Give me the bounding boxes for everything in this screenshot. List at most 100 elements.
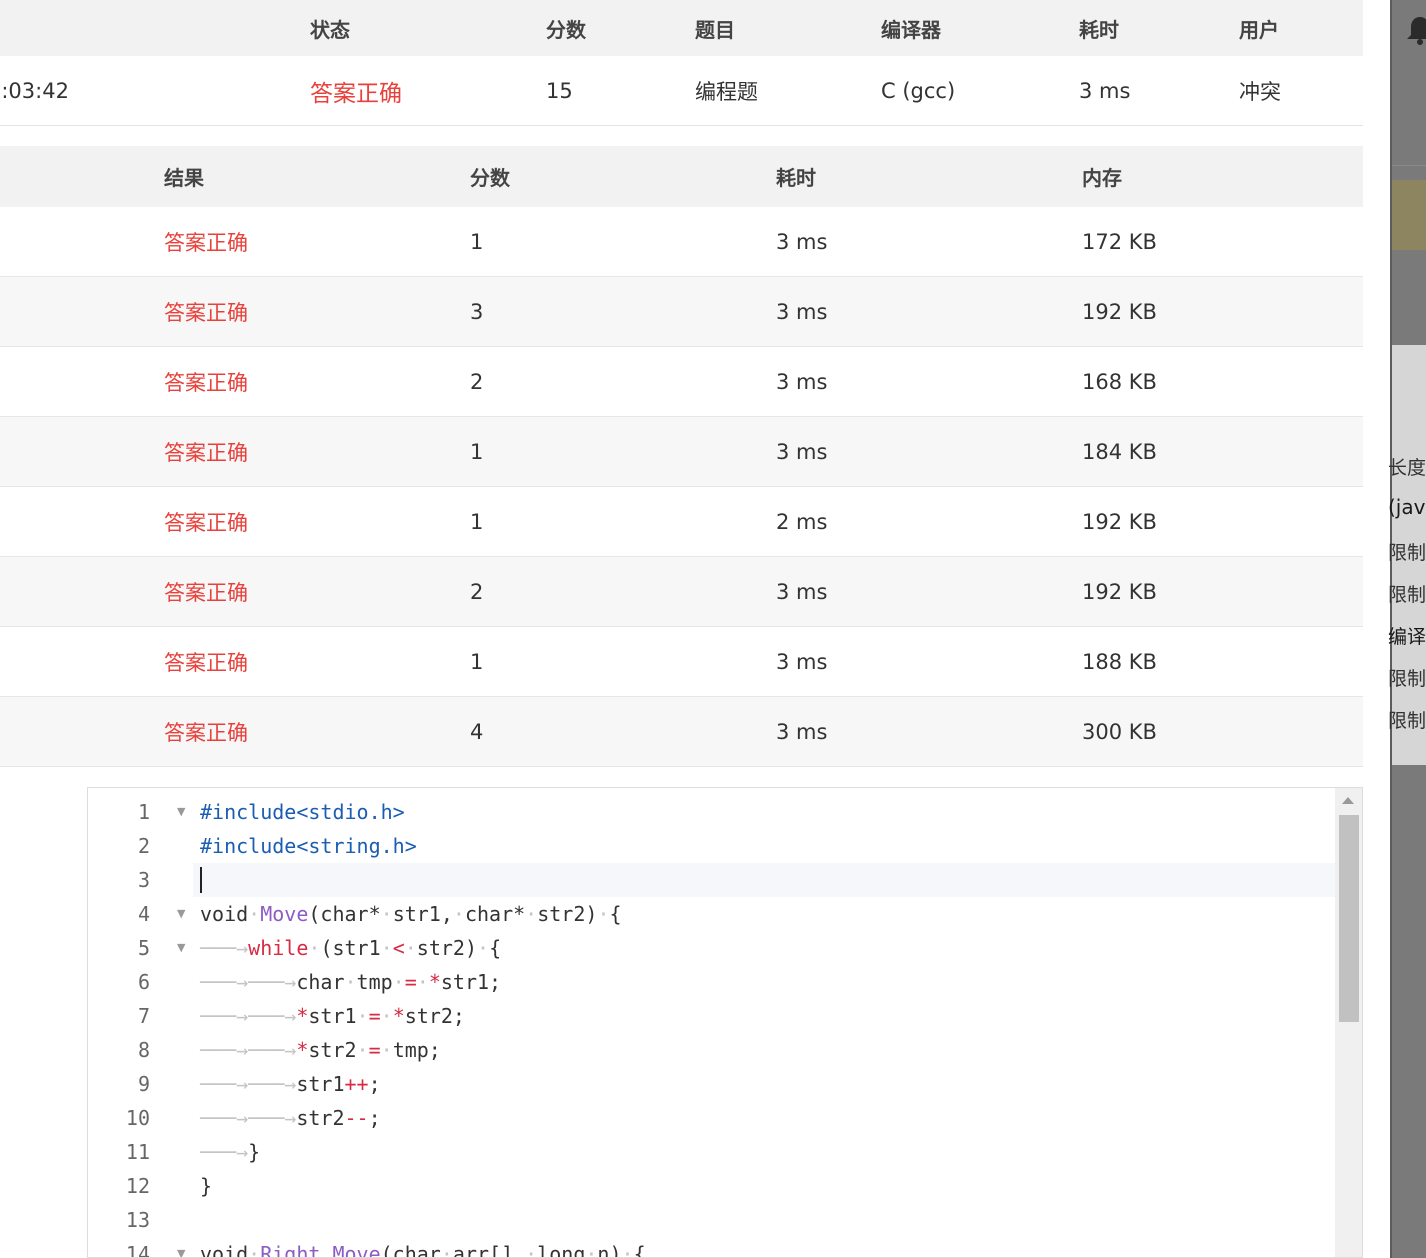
case-time: 3 ms <box>776 649 828 674</box>
line-number: 3 <box>137 868 150 892</box>
code-text[interactable] <box>193 863 1336 897</box>
code-text[interactable]: ───→───→*str1·=·*str2; <box>193 999 1336 1033</box>
fold-arrow-icon[interactable]: ▼ <box>177 897 185 931</box>
case-time: 3 ms <box>776 719 828 744</box>
status-value[interactable]: 答案正确 <box>310 56 402 125</box>
case-result: 答案正确 <box>164 230 248 255</box>
table-row: 答案正确 1 2 ms 192 KB <box>0 487 1363 557</box>
code-line[interactable]: 1 ▼ #include<stdio.h> <box>88 795 1336 829</box>
case-score: 2 <box>470 369 484 394</box>
code-text[interactable]: ───→───→str1++; <box>193 1067 1336 1101</box>
case-time: 3 ms <box>776 229 828 254</box>
code-line[interactable]: 4 ▼ void·Move(char*·str1,·char*·str2)·{ <box>88 897 1336 931</box>
case-result: 答案正确 <box>164 720 248 745</box>
side-text-limit: 限制 <box>1388 542 1426 564</box>
problem-value[interactable]: 编程题 <box>695 56 758 125</box>
fold-arrow-icon[interactable]: ▼ <box>177 795 185 829</box>
side-text-limit: 限制 <box>1388 710 1426 732</box>
code-line[interactable]: 14 ▼ void·Right_Move(char·arr[],·long·n)… <box>88 1237 1336 1258</box>
header-time: 耗时 <box>1079 17 1119 42</box>
side-text-java: (java <box>1388 495 1426 519</box>
case-time: 3 ms <box>776 369 828 394</box>
summary-row: 3:03:42 答案正确 15 编程题 C (gcc) 3 ms 冲突 <box>0 56 1363 126</box>
side-text-limit: 限制 <box>1388 668 1426 690</box>
case-memory: 192 KB <box>1082 299 1157 324</box>
code-line[interactable]: 10 ───→───→str2--; <box>88 1101 1336 1135</box>
case-memory: 192 KB <box>1082 579 1157 604</box>
code-text[interactable]: #include<stdio.h> <box>193 795 1336 829</box>
case-time: 3 ms <box>776 299 828 324</box>
submit-time: 3:03:42 <box>0 78 69 103</box>
fold-arrow-icon[interactable]: ▼ <box>177 931 185 965</box>
code-line[interactable]: 6 ───→───→char·tmp·=·*str1; <box>88 965 1336 999</box>
code-text[interactable]: void·Move(char*·str1,·char*·str2)·{ <box>193 897 1336 931</box>
editor-scrollbar[interactable] <box>1335 788 1362 1257</box>
code-text[interactable]: #include<string.h> <box>193 829 1336 863</box>
case-score: 1 <box>470 439 484 464</box>
submission-summary-table: 状态 分数 题目 编译器 耗时 用户 3:03:42 答案正确 15 编程题 C… <box>0 0 1363 126</box>
case-memory: 192 KB <box>1082 509 1157 534</box>
case-score: 2 <box>470 579 484 604</box>
case-time: 2 ms <box>776 509 828 534</box>
bell-icon[interactable] <box>1405 14 1426 46</box>
table-row: 答案正确 1 3 ms 184 KB <box>0 417 1363 487</box>
summary-header-row: 状态 分数 题目 编译器 耗时 用户 <box>0 0 1363 56</box>
code-line[interactable]: 2 #include<string.h> <box>88 829 1336 863</box>
line-number: 7 <box>137 1004 150 1028</box>
table-row: 答案正确 4 3 ms 300 KB <box>0 697 1363 767</box>
header-memory: 内存 <box>1082 166 1122 190</box>
table-row: 答案正确 2 3 ms 192 KB <box>0 557 1363 627</box>
line-number: 14 <box>125 1242 150 1258</box>
cases-header-row: 结果 分数 耗时 内存 <box>0 146 1363 207</box>
case-memory: 168 KB <box>1082 369 1157 394</box>
line-number: 4 <box>137 902 150 926</box>
case-score: 4 <box>470 719 484 744</box>
code-text[interactable]: ───→───→str2--; <box>193 1101 1336 1135</box>
side-text-compiler: 编译器 <box>1388 626 1426 648</box>
code-line[interactable]: 12 } <box>88 1169 1336 1203</box>
code-text[interactable]: ───→───→char·tmp·=·*str1; <box>193 965 1336 999</box>
header-score: 分数 <box>546 17 586 42</box>
code-line[interactable]: 13 <box>88 1203 1336 1237</box>
case-score: 1 <box>470 509 484 534</box>
user-value[interactable]: 冲突 <box>1239 56 1281 125</box>
line-number: 13 <box>125 1208 150 1232</box>
code-text[interactable]: ───→───→*str2·=·tmp; <box>193 1033 1336 1067</box>
case-result: 答案正确 <box>164 580 248 605</box>
case-result: 答案正确 <box>164 440 248 465</box>
code-line[interactable]: 7 ───→───→*str1·=·*str2; <box>88 999 1336 1033</box>
code-line[interactable]: 8 ───→───→*str2·=·tmp; <box>88 1033 1336 1067</box>
line-number: 5 <box>137 936 150 960</box>
scrollbar-thumb[interactable] <box>1339 815 1359 1022</box>
code-line-active[interactable]: 3 <box>88 863 1336 897</box>
test-case-table: 结果 分数 耗时 内存 答案正确 1 3 ms 172 KB 答案正确 3 3 … <box>0 146 1363 767</box>
scroll-up-icon[interactable] <box>1342 797 1354 804</box>
code-line[interactable]: 5 ▼ ───→while·(str1·<·str2)·{ <box>88 931 1336 965</box>
line-number: 2 <box>137 834 150 858</box>
case-result: 答案正确 <box>164 650 248 675</box>
table-row: 答案正确 1 3 ms 172 KB <box>0 207 1363 277</box>
code-text[interactable]: ───→while·(str1·<·str2)·{ <box>193 931 1336 965</box>
code-line[interactable]: 9 ───→───→str1++; <box>88 1067 1336 1101</box>
case-memory: 184 KB <box>1082 439 1157 464</box>
table-row: 答案正确 1 3 ms 188 KB <box>0 627 1363 697</box>
case-time: 3 ms <box>776 439 828 464</box>
compiler-value: C (gcc) <box>881 78 956 103</box>
case-memory: 300 KB <box>1082 719 1157 744</box>
header-status: 状态 <box>310 17 350 42</box>
code-text[interactable]: } <box>193 1169 1336 1203</box>
code-text[interactable] <box>193 1203 1336 1237</box>
header-compiler: 编译器 <box>881 17 941 42</box>
header-problem: 题目 <box>695 17 735 42</box>
case-score: 1 <box>470 649 484 674</box>
code-text[interactable]: void·Right_Move(char·arr[],·long·n)·{ <box>193 1237 1336 1257</box>
case-result: 答案正确 <box>164 510 248 535</box>
case-score: 3 <box>470 299 484 324</box>
divider <box>1392 165 1426 166</box>
case-result: 答案正确 <box>164 370 248 395</box>
fold-arrow-icon[interactable]: ▼ <box>177 1237 185 1257</box>
code-editor[interactable]: 1 ▼ #include<stdio.h> 2 #include<string.… <box>87 787 1363 1258</box>
code-line[interactable]: 11 ───→} <box>88 1135 1336 1169</box>
line-number: 8 <box>137 1038 150 1062</box>
code-text[interactable]: ───→} <box>193 1135 1336 1169</box>
